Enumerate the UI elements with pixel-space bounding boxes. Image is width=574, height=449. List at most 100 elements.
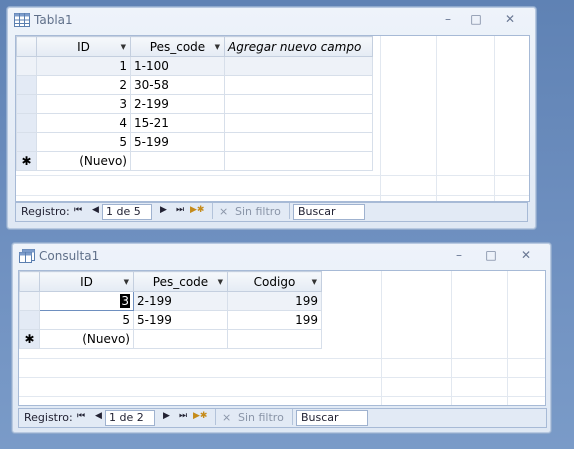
record-navigation-bar: Registro: ⏮ ◀ 1 de 2 ▶ ⏭ ▶✱ ⨯ Sin filtro… bbox=[18, 408, 547, 428]
query-icon bbox=[19, 249, 35, 263]
new-record-label[interactable]: (Nuevo) bbox=[36, 151, 131, 171]
previous-record-icon[interactable]: ◀ bbox=[95, 411, 102, 421]
data-table: ID ▼ Pes_code ▼ Agregar nuevo campo 1 1-10… bbox=[16, 36, 373, 171]
cell-codigo[interactable]: 199 bbox=[227, 310, 322, 330]
cell-empty[interactable] bbox=[224, 94, 373, 114]
close-button[interactable]: ✕ bbox=[513, 245, 539, 265]
table-row[interactable]: 5 5-199 199 bbox=[19, 310, 322, 330]
cell-empty[interactable] bbox=[227, 329, 322, 349]
filter-icon[interactable]: ⨯ bbox=[219, 205, 228, 218]
cell-empty[interactable] bbox=[133, 329, 228, 349]
filter-status[interactable]: Sin filtro bbox=[238, 411, 284, 424]
minimize-button[interactable]: – bbox=[435, 9, 461, 29]
column-header-pes-code[interactable]: Pes_code ▼ bbox=[130, 36, 225, 57]
search-input[interactable]: Buscar bbox=[296, 410, 368, 426]
table-row[interactable]: 3 2-199 199 bbox=[19, 291, 322, 311]
dropdown-arrow-icon[interactable]: ▼ bbox=[121, 43, 126, 51]
cell-pes-code[interactable]: 30-58 bbox=[130, 75, 225, 95]
current-record-input[interactable]: 1 de 5 bbox=[102, 204, 152, 220]
separator bbox=[215, 409, 216, 425]
cell-empty[interactable] bbox=[224, 75, 373, 95]
restore-button[interactable]: □ bbox=[478, 245, 504, 265]
title-bar[interactable]: Consulta1 – □ ✕ bbox=[12, 243, 551, 269]
cell-empty[interactable] bbox=[224, 151, 373, 171]
new-record-icon[interactable]: ▶✱ bbox=[190, 205, 204, 215]
search-input[interactable]: Buscar bbox=[293, 204, 365, 220]
column-header-codigo[interactable]: Codigo ▼ bbox=[227, 271, 322, 292]
filter-status[interactable]: Sin filtro bbox=[235, 205, 281, 218]
cell-id[interactable]: 5 bbox=[36, 132, 131, 152]
last-record-icon[interactable]: ⏭ bbox=[179, 411, 187, 421]
table-row[interactable]: 3 2-199 bbox=[16, 94, 373, 114]
select-all-button[interactable] bbox=[19, 271, 40, 292]
datasheet: ID ▼ Pes_code ▼ Codigo ▼ 3 2-199 199 5 5-19… bbox=[18, 270, 546, 406]
next-record-icon[interactable]: ▶ bbox=[163, 411, 170, 421]
new-record-icon[interactable]: ▶✱ bbox=[193, 411, 207, 421]
row-selector[interactable] bbox=[16, 94, 37, 114]
cell-pes-code[interactable]: 15-21 bbox=[130, 113, 225, 133]
column-header-id[interactable]: ID ▼ bbox=[36, 36, 131, 57]
cell-codigo[interactable]: 199 bbox=[227, 291, 322, 311]
row-selector[interactable] bbox=[16, 56, 37, 76]
data-table: ID ▼ Pes_code ▼ Codigo ▼ 3 2-199 199 5 5-19… bbox=[19, 271, 322, 349]
column-header-pes-code[interactable]: Pes_code ▼ bbox=[133, 271, 228, 292]
new-record-label[interactable]: (Nuevo) bbox=[39, 329, 134, 349]
cell-id[interactable]: 3 bbox=[36, 94, 131, 114]
cell-id[interactable]: 2 bbox=[36, 75, 131, 95]
record-navigation-bar: Registro: ⏮ ◀ 1 de 5 ▶ ⏭ ▶✱ ⨯ Sin filtro… bbox=[15, 202, 528, 222]
cell-empty[interactable] bbox=[224, 56, 373, 76]
table-row[interactable]: 2 30-58 bbox=[16, 75, 373, 95]
dropdown-arrow-icon[interactable]: ▼ bbox=[124, 278, 129, 286]
select-all-button[interactable] bbox=[16, 36, 37, 57]
cell-pes-code[interactable]: 2-199 bbox=[133, 291, 228, 311]
cell-pes-code[interactable]: 1-100 bbox=[130, 56, 225, 76]
header-row: ID ▼ Pes_code ▼ Codigo ▼ bbox=[19, 271, 322, 292]
new-record-icon: ✱ bbox=[19, 329, 40, 349]
cell-empty[interactable] bbox=[224, 113, 373, 133]
first-record-icon[interactable]: ⏮ bbox=[74, 205, 82, 215]
new-record-icon: ✱ bbox=[16, 151, 37, 171]
cell-id[interactable]: 1 bbox=[36, 56, 131, 76]
cell-id[interactable]: 5 bbox=[39, 310, 134, 330]
column-header-add-field[interactable]: Agregar nuevo campo bbox=[224, 36, 373, 57]
table-row[interactable]: 4 15-21 bbox=[16, 113, 373, 133]
window-title: Tabla1 bbox=[34, 13, 73, 27]
cell-pes-code[interactable]: 2-199 bbox=[130, 94, 225, 114]
title-bar[interactable]: Tabla1 – □ ✕ bbox=[7, 7, 536, 33]
cell-empty[interactable] bbox=[224, 132, 373, 152]
dropdown-arrow-icon[interactable]: ▼ bbox=[215, 43, 220, 51]
separator bbox=[289, 203, 290, 219]
dropdown-arrow-icon[interactable]: ▼ bbox=[312, 278, 317, 286]
row-selector[interactable] bbox=[16, 75, 37, 95]
table-row[interactable]: 1 1-100 bbox=[16, 56, 373, 76]
filter-icon[interactable]: ⨯ bbox=[222, 411, 231, 424]
current-record-input[interactable]: 1 de 2 bbox=[105, 410, 155, 426]
dropdown-arrow-icon[interactable]: ▼ bbox=[218, 278, 223, 286]
table-row[interactable]: 5 5-199 bbox=[16, 132, 373, 152]
record-label: Registro: bbox=[24, 411, 73, 424]
separator bbox=[292, 409, 293, 425]
close-button[interactable]: ✕ bbox=[497, 9, 523, 29]
row-selector[interactable] bbox=[16, 113, 37, 133]
row-selector[interactable] bbox=[19, 310, 40, 330]
cell-id[interactable]: 3 bbox=[39, 291, 134, 311]
last-record-icon[interactable]: ⏭ bbox=[176, 205, 184, 215]
cell-id[interactable]: 4 bbox=[36, 113, 131, 133]
first-record-icon[interactable]: ⏮ bbox=[77, 411, 85, 421]
row-selector[interactable] bbox=[19, 291, 40, 311]
previous-record-icon[interactable]: ◀ bbox=[92, 205, 99, 215]
new-record-row[interactable]: ✱ (Nuevo) bbox=[19, 329, 322, 349]
next-record-icon[interactable]: ▶ bbox=[160, 205, 167, 215]
record-label: Registro: bbox=[21, 205, 70, 218]
cell-pes-code[interactable]: 5-199 bbox=[133, 310, 228, 330]
header-row: ID ▼ Pes_code ▼ Agregar nuevo campo bbox=[16, 36, 373, 57]
window-title: Consulta1 bbox=[39, 249, 100, 263]
new-record-row[interactable]: ✱ (Nuevo) bbox=[16, 151, 373, 171]
column-header-id[interactable]: ID ▼ bbox=[39, 271, 134, 292]
cell-empty[interactable] bbox=[130, 151, 225, 171]
minimize-button[interactable]: – bbox=[446, 245, 472, 265]
cell-pes-code[interactable]: 5-199 bbox=[130, 132, 225, 152]
restore-button[interactable]: □ bbox=[463, 9, 489, 29]
table-icon bbox=[14, 13, 30, 27]
row-selector[interactable] bbox=[16, 132, 37, 152]
